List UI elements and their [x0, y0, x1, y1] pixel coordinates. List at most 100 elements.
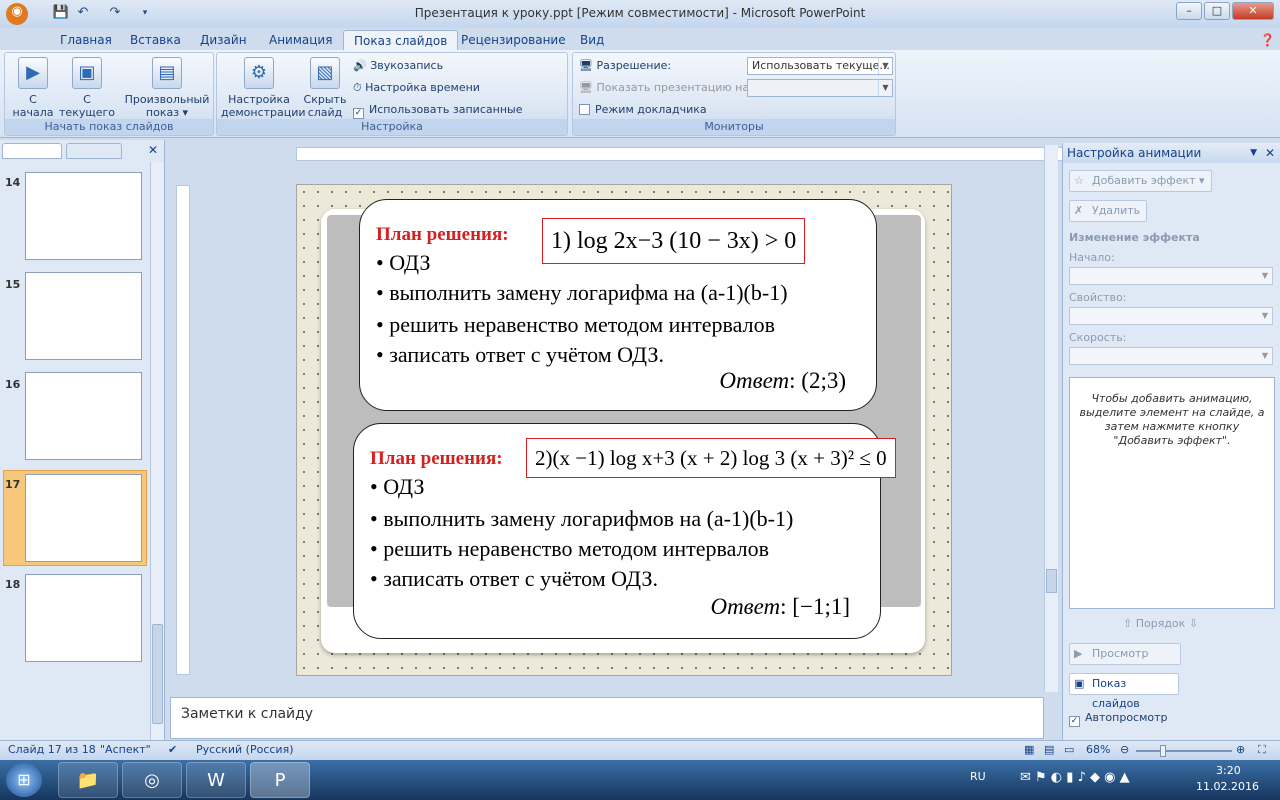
slide-scrollbar[interactable]	[1044, 145, 1058, 692]
projector-icon: ▣	[72, 57, 102, 89]
slide-counter: Слайд 17 из 18	[8, 743, 96, 756]
zoom-out-icon[interactable]: ⊖	[1120, 741, 1129, 759]
speed-select[interactable]: ▼	[1069, 347, 1273, 365]
thumbnail-slide-16[interactable]	[25, 372, 142, 460]
zoom-in-icon[interactable]: ⊕	[1236, 741, 1245, 759]
thumbnail-number: 15	[5, 278, 21, 291]
use-timings-checkbox[interactable]: ✓Использовать записанные времена	[353, 101, 567, 134]
spellcheck-icon[interactable]: ✔	[168, 741, 177, 759]
tab-review[interactable]: Рецензирование	[461, 30, 566, 50]
custom-show-icon: ▤	[152, 57, 182, 89]
tab-slides[interactable]	[2, 143, 62, 159]
clock-time: 3:20	[1216, 764, 1241, 777]
answer: Ответ: (2;3)	[719, 368, 846, 393]
window-title: Презентация к уроку.ppt [Режим совместим…	[414, 6, 866, 20]
clock-icon: ⏱	[353, 81, 362, 94]
add-effect-button[interactable]: ☆ Добавить эффект ▾	[1069, 170, 1212, 192]
play-icon: ▶	[1074, 647, 1083, 660]
plan-heading: План решения:	[370, 448, 503, 469]
start-select[interactable]: ▼	[1069, 267, 1273, 285]
play-icon: ▶	[18, 57, 48, 89]
chevron-down-icon[interactable]: ▼	[1250, 143, 1257, 163]
powerpoint-icon[interactable]: P	[250, 762, 310, 798]
resolution-select[interactable]: Использовать текуще... ▼	[747, 57, 893, 75]
inequality-formula[interactable]: 2)(x −1) log x+3 (x + 2) log 3 (x + 3)² …	[526, 438, 896, 478]
custom-show-button[interactable]: ▤ Произвольный показ ▾	[123, 57, 211, 119]
normal-view-icon[interactable]: ▦	[1024, 741, 1034, 759]
word-icon[interactable]: W	[186, 762, 246, 798]
animation-list[interactable]: Чтобы добавить анимацию, выделите элемен…	[1069, 377, 1275, 609]
input-language[interactable]: RU	[970, 770, 986, 783]
arrow-down-icon[interactable]: ⇩	[1189, 617, 1198, 630]
group-start-slideshow: ▶ С начала ▣ С текущего слайда ▤ Произво…	[4, 52, 214, 136]
preview-button[interactable]: ▶ Просмотр	[1069, 643, 1181, 665]
thumbnail-slide-14[interactable]	[25, 172, 142, 260]
solution-card-1[interactable]: План решения: 1) log 2x−3 (10 − 3x) > 0 …	[359, 199, 877, 411]
theme-name: "Аспект"	[100, 743, 151, 756]
chevron-down-icon: ▼	[1261, 271, 1269, 280]
checkbox-checked-icon: ✓	[353, 108, 364, 119]
ribbon: ▶ С начала ▣ С текущего слайда ▤ Произво…	[0, 50, 1280, 138]
zoom-level[interactable]: 68%	[1086, 741, 1110, 759]
tab-design[interactable]: Дизайн	[200, 30, 247, 50]
group-label-monitors: Мониторы	[573, 119, 895, 135]
chevron-down-icon: ▼	[878, 80, 892, 96]
maximize-button[interactable]: □	[1204, 2, 1230, 20]
close-pane-icon[interactable]: ✕	[148, 143, 158, 157]
tab-insert[interactable]: Вставка	[130, 30, 181, 50]
animation-pane-title: Настройка анимации ▼ ✕	[1063, 143, 1280, 163]
zoom-slider[interactable]	[1136, 745, 1232, 757]
start-button[interactable]: ⊞	[6, 763, 42, 797]
fit-window-icon[interactable]: ⛶	[1258, 741, 1266, 759]
tab-outline[interactable]	[66, 143, 122, 159]
tab-animation[interactable]: Анимация	[269, 30, 332, 50]
close-icon[interactable]: ✕	[1265, 143, 1275, 163]
thumbnail-slide-17[interactable]	[25, 474, 142, 562]
thumbnail-slide-18[interactable]	[25, 574, 142, 662]
minimize-button[interactable]: –	[1176, 2, 1202, 20]
tab-view[interactable]: Вид	[580, 30, 604, 50]
thumbnail-slide-15[interactable]	[25, 272, 142, 360]
vertical-ruler	[176, 185, 190, 675]
presenter-view-checkbox[interactable]: Режим докладчика	[579, 101, 707, 119]
setup-show-button[interactable]: ⚙ Настройка демонстрации	[221, 57, 306, 119]
explorer-icon[interactable]: 📁	[58, 762, 118, 798]
group-label-setup: Настройка	[217, 119, 567, 135]
chrome-icon[interactable]: ◎	[122, 762, 182, 798]
reading-view-icon[interactable]: ▭	[1064, 741, 1074, 759]
sorter-view-icon[interactable]: ▤	[1044, 741, 1054, 759]
start-label: Начало:	[1069, 251, 1115, 264]
slide-canvas[interactable]: План решения: 1) log 2x−3 (10 − 3x) > 0 …	[296, 184, 952, 676]
timings-button[interactable]: ⏱ Настройка времени	[353, 79, 480, 97]
zoom-slider-handle[interactable]	[1160, 745, 1166, 757]
property-select[interactable]: ▼	[1069, 307, 1273, 325]
remove-effect-button[interactable]: ✗ Удалить	[1069, 200, 1148, 222]
language[interactable]: Русский (Россия)	[196, 741, 294, 759]
slideshow-button[interactable]: ▣ Показ слайдов	[1069, 673, 1179, 710]
from-start-button[interactable]: ▶ С начала	[9, 57, 57, 119]
show-on-select[interactable]: ▼	[747, 79, 893, 97]
checkbox-checked-icon: ✓	[1069, 716, 1080, 727]
inequality-formula[interactable]: 1) log 2x−3 (10 − 3x) > 0	[542, 218, 806, 264]
solution-card-2[interactable]: План решения: 2)(x −1) log x+3 (x + 2) l…	[353, 423, 896, 639]
notes-pane[interactable]: Заметки к слайду	[170, 697, 1044, 739]
speed-label: Скорость:	[1069, 331, 1127, 344]
arrow-up-icon[interactable]: ⇧	[1123, 617, 1132, 630]
scrollbar-thumb[interactable]	[1046, 569, 1057, 593]
slides-scrollbar[interactable]	[150, 162, 164, 740]
resolution-label: 🖥 Разрешение:	[579, 59, 672, 72]
hide-slide-button[interactable]: ▧ Скрыть слайд	[301, 57, 349, 119]
close-button[interactable]: ✕	[1232, 2, 1274, 20]
record-button[interactable]: 🔊 Звукозапись	[353, 57, 443, 75]
chevron-down-icon: ▼	[1261, 351, 1269, 360]
tray-icons[interactable]: ✉ ⚑ ◐ ▮ ♪ ◆ ◉ ▲	[1020, 770, 1130, 785]
plan-step: • ОДЗ	[376, 250, 431, 275]
scrollbar-thumb[interactable]	[152, 624, 163, 724]
star-icon: ☆	[1074, 174, 1084, 187]
tab-slideshow[interactable]: Показ слайдов	[343, 30, 459, 50]
autopreview-checkbox[interactable]: ✓ Автопросмотр	[1069, 709, 1168, 727]
show-on-label: 🖥 Показать презентацию на:	[579, 81, 753, 94]
tab-home[interactable]: Главная	[60, 30, 112, 50]
help-icon[interactable]: ❓	[1260, 30, 1275, 50]
horizontal-ruler	[296, 147, 1116, 161]
